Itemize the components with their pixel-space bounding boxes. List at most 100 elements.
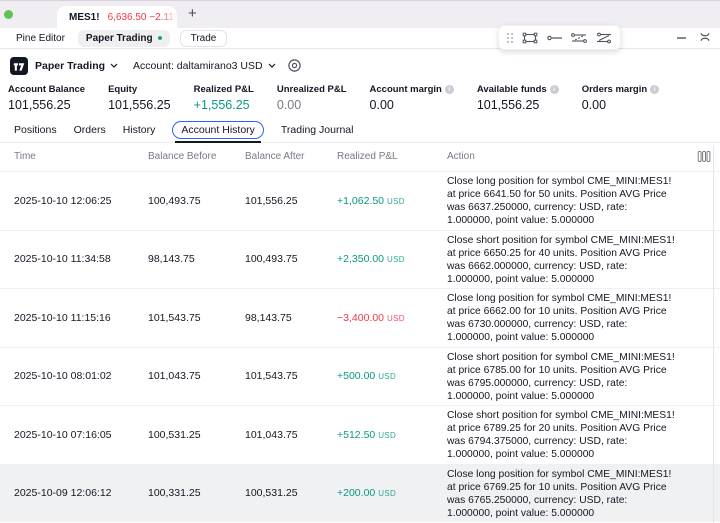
stat-label: Available funds i (477, 84, 559, 95)
table-row[interactable]: 2025-10-10 08:01:02 101,043.75 101,543.7… (0, 346, 720, 406)
currency-label: USD (378, 430, 397, 440)
stat-label: Unrealized P&L (276, 84, 347, 95)
stat-label: Realized P&L (193, 84, 254, 95)
paper-trading-tab-button[interactable]: Paper Trading (77, 29, 170, 47)
stat-label: Account Balance (8, 84, 86, 95)
cell-time: 2025-10-10 11:34:58 (14, 253, 111, 266)
cell-balance-after: 101,543.75 (245, 370, 298, 383)
stat-label: Account margin i (370, 84, 454, 95)
stat-account-balance: Account Balance 101,556.25 (8, 84, 85, 112)
cell-realized-pnl: +512.50 USD (337, 428, 397, 441)
maximize-panel-icon[interactable] (698, 30, 712, 44)
table-row[interactable]: 2025-10-09 12:06:12 100,331.25 100,531.2… (0, 463, 720, 522)
table-row[interactable]: 2025-10-10 11:34:58 98,143.75 100,493.75… (0, 229, 720, 289)
column-header-balance-after[interactable]: Balance After (245, 151, 304, 162)
pattern-tool-2-icon[interactable] (595, 31, 613, 45)
panel-header: Paper Trading Account: daltamirano3 USD (0, 49, 720, 82)
chevron-down-icon (110, 63, 118, 68)
info-icon[interactable]: i (549, 85, 559, 94)
cell-balance-before: 101,543.75 (148, 311, 201, 324)
cell-balance-after: 98,143.75 (245, 311, 292, 324)
column-header-balance-before[interactable]: Balance Before (148, 151, 216, 162)
account-history-table: 2025-10-10 12:06:25 100,493.75 101,556.2… (0, 171, 720, 523)
trade-button[interactable]: Trade (179, 29, 228, 47)
panel-window-controls (675, 30, 712, 44)
info-icon[interactable]: i (444, 85, 454, 94)
cell-realized-pnl: −3,400.00 USD (337, 311, 405, 324)
tab-account-history[interactable]: Account History (172, 120, 264, 143)
cell-balance-before: 100,493.75 (148, 194, 201, 207)
cell-time: 2025-10-09 12:06:12 (14, 487, 112, 500)
table-header: Time Balance Before Balance After Realized … (0, 145, 720, 171)
minimize-panel-icon[interactable] (675, 31, 688, 44)
pine-editor-button[interactable]: Pine Editor (13, 31, 68, 46)
stat-available-funds: Available funds i 101,556.25 (477, 84, 559, 112)
currency-label: USD (378, 372, 397, 382)
tab-orders[interactable]: Orders (74, 124, 106, 136)
column-header-realized-p-l[interactable]: Realized P&L (337, 151, 398, 162)
cell-action: Close short position for symbol CME_MINI… (447, 410, 675, 460)
stat-value: 101,556.25 (476, 98, 540, 112)
cell-action: Close long position for symbol CME_MINI:… (447, 293, 672, 343)
table-row[interactable]: 2025-10-10 11:15:16 101,543.75 98,143.75… (0, 288, 720, 347)
stat-label: Orders margin i (582, 84, 660, 95)
settings-icon[interactable] (287, 58, 302, 73)
column-header-time[interactable]: Time (14, 151, 36, 162)
stat-account-margin: Account margin i 0.00 (370, 84, 454, 112)
cell-realized-pnl: +500.00 USD (337, 370, 397, 383)
currency-label: USD (378, 489, 397, 499)
stat-value: 0.00 (276, 98, 302, 112)
currency-label: USD (387, 313, 405, 323)
paper-trading-label: Paper Trading (85, 32, 153, 44)
stat-value: +1,556.25 (193, 98, 250, 112)
cell-action: Close short position for symbol CME_MINI… (447, 234, 675, 285)
cell-balance-after: 100,531.25 (245, 487, 298, 500)
paper-trading-dropdown[interactable]: Paper Trading (35, 60, 118, 72)
cell-balance-before: 98,143.75 (148, 253, 195, 266)
stat-orders-margin: Orders margin i 0.00 (581, 84, 660, 112)
account-label: Account: daltamirano3 USD (133, 59, 263, 72)
tab-positions[interactable]: Positions (14, 124, 57, 136)
tab-symbol: MES1! (69, 12, 100, 23)
table-row[interactable]: 2025-10-10 12:06:25 100,493.75 101,556.2… (0, 171, 720, 230)
tab-price: 6,636.50 −2.11% (107, 12, 177, 23)
account-dropdown[interactable]: Account: daltamirano3 USD (133, 60, 276, 72)
rectangle-tool-icon[interactable] (521, 31, 539, 45)
cell-balance-before: 100,531.25 (148, 428, 201, 441)
currency-label: USD (387, 196, 405, 206)
stat-value: 0.00 (369, 98, 394, 112)
stat-value: 101,556.25 (8, 98, 71, 112)
stat-unrealized-p-l: Unrealized P&L 0.00 (277, 84, 347, 112)
green-status-dot (157, 36, 162, 40)
stat-value: 101,556.25 (108, 98, 171, 112)
cell-balance-before: 100,331.25 (148, 487, 201, 500)
macos-green-dot[interactable] (4, 10, 13, 19)
cell-action: Close short position for symbol CME_MINI… (447, 351, 675, 402)
horizontal-line-tool-icon[interactable] (546, 31, 563, 45)
cell-time: 2025-10-10 07:16:05 (14, 428, 112, 441)
table-row[interactable]: 2025-10-10 07:16:05 100,531.25 101,043.7… (0, 405, 720, 464)
cell-realized-pnl: +200.00 USD (337, 487, 397, 500)
drag-handle-icon[interactable] (506, 32, 514, 44)
currency-label: USD (387, 255, 405, 265)
cell-balance-after: 100,493.75 (245, 253, 298, 266)
info-icon[interactable]: i (650, 85, 660, 94)
pattern-tool-icon[interactable] (570, 31, 588, 45)
drawing-tools-card (498, 25, 621, 50)
stat-label: Equity (108, 84, 138, 95)
column-header-action[interactable]: Action (447, 151, 711, 162)
stat-value: 0.00 (581, 98, 607, 112)
cell-balance-after: 101,043.75 (245, 428, 298, 441)
stat-realized-p-l: Realized P&L +1,556.25 (194, 84, 254, 112)
tradingview-logo (10, 56, 28, 75)
cell-balance-after: 101,556.25 (245, 194, 298, 207)
panel-tabs: Positions Orders History Account History Tra… (0, 117, 720, 143)
cell-action: Close long position for symbol CME_MINI:… (447, 176, 672, 226)
new-tab-button[interactable]: + (188, 5, 197, 22)
scrollbar-track[interactable] (713, 145, 714, 523)
tab-trading-journal[interactable]: Trading Journal (281, 124, 354, 136)
tab-history[interactable]: History (123, 124, 156, 136)
cell-action: Close long position for symbol CME_MINI:… (447, 468, 672, 519)
cell-time: 2025-10-10 11:15:16 (14, 311, 111, 324)
browser-tab[interactable]: MES1! 6,636.50 −2.11% / Un (57, 6, 177, 29)
